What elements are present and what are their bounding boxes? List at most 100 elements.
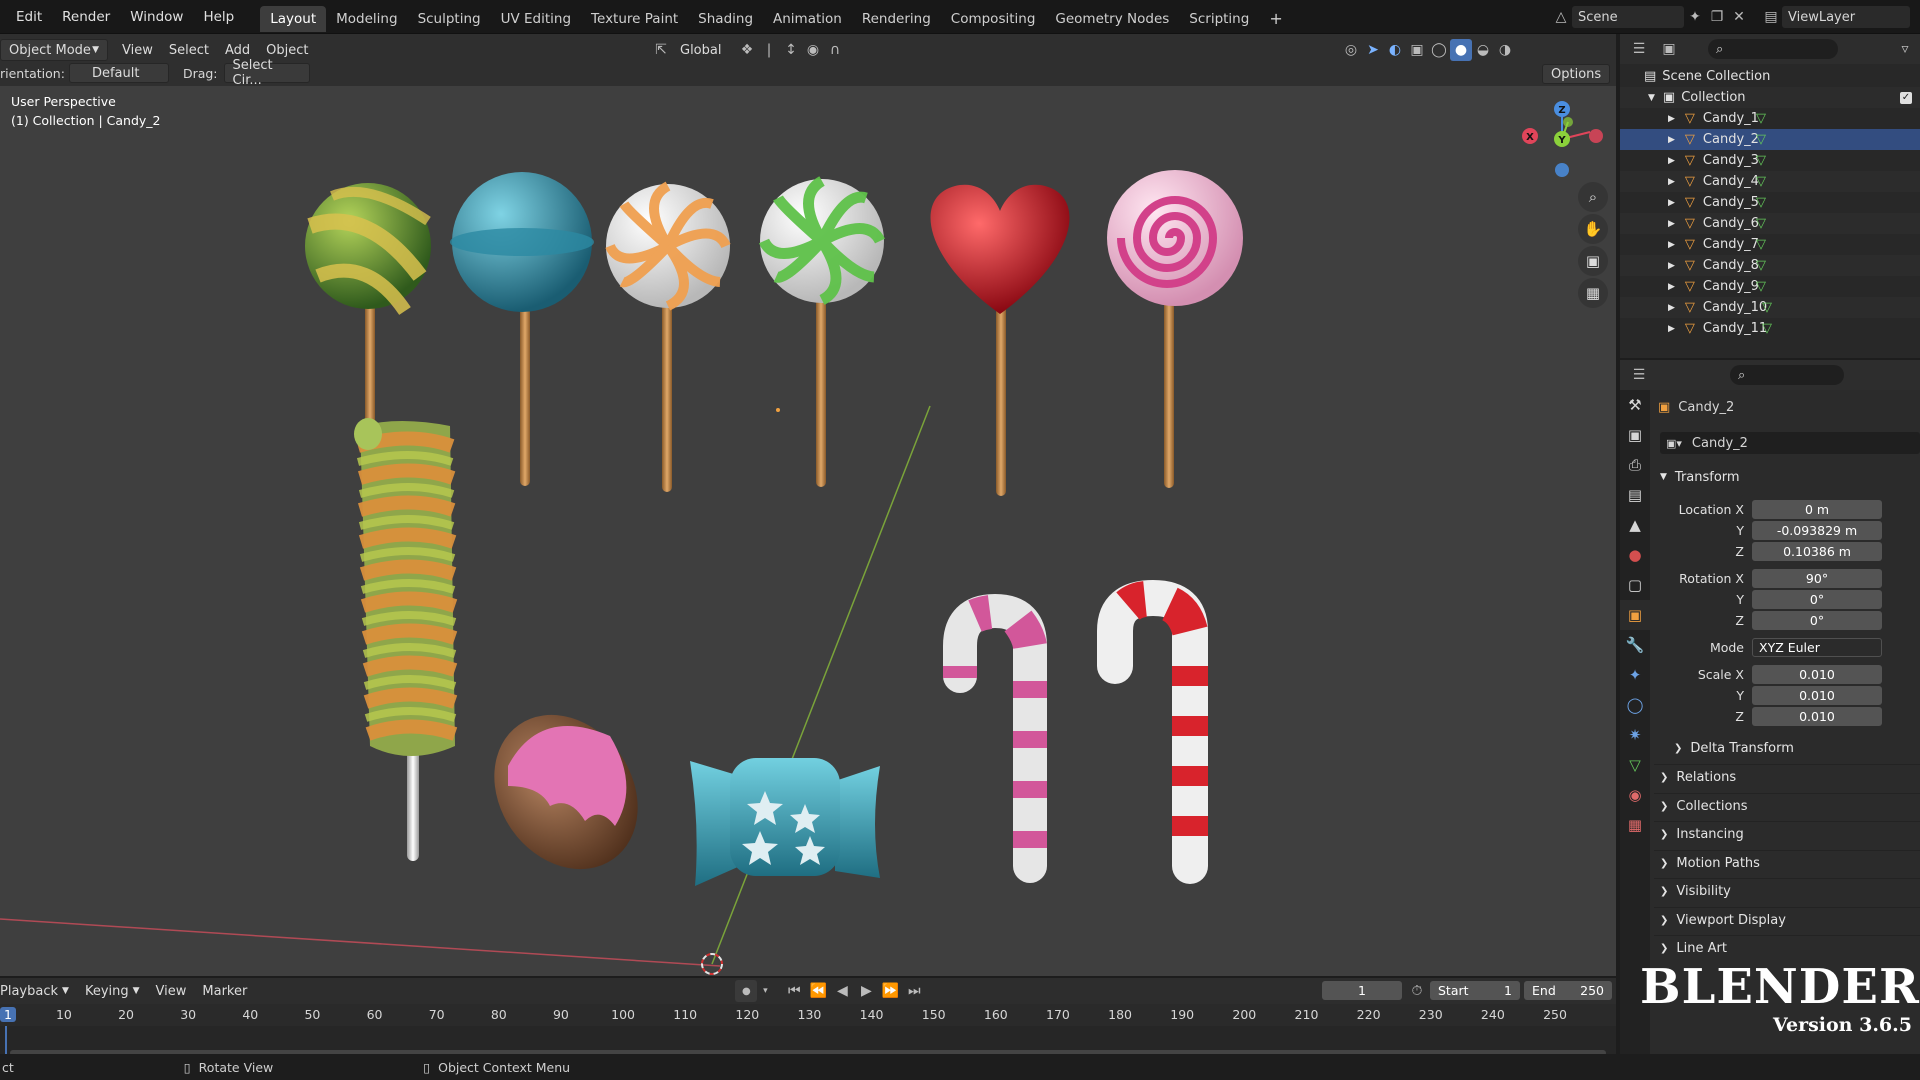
candy-lollipop-blue[interactable] — [450, 172, 594, 486]
collection-row[interactable]: ▼ ▣ Collection ✓ — [1620, 87, 1920, 108]
expand-arrow-icon[interactable]: ▶ — [1668, 135, 1675, 145]
scene-collection-row[interactable]: ▤ Scene Collection — [1620, 66, 1920, 87]
tab-rendering[interactable]: Rendering — [852, 6, 941, 32]
visibility-icon[interactable]: ◎ — [1340, 39, 1362, 61]
tab-texture-paint[interactable]: Texture Paint — [581, 6, 688, 32]
menu-edit[interactable]: Edit — [6, 0, 52, 34]
start-frame-field[interactable]: Start 1 — [1430, 981, 1520, 1000]
outliner-search-input[interactable]: ⌕ — [1708, 39, 1838, 59]
view-layer-tab-icon[interactable]: ▤ — [1620, 480, 1650, 510]
panel-header[interactable]: ❯ Visibility — [1654, 878, 1920, 904]
transform-orientation-dropdown[interactable]: Global — [672, 39, 736, 61]
mesh-data-icon[interactable]: ▽ — [1756, 174, 1766, 189]
tab-modeling[interactable]: Modeling — [326, 6, 407, 32]
wireframe-shading-icon[interactable]: ◯ — [1428, 39, 1450, 61]
outliner-item[interactable]: ▶ ▽ Candy_2 ▽ — [1620, 129, 1920, 150]
candy-chocolate-egg[interactable] — [465, 687, 667, 897]
jump-start-icon[interactable]: ⏮ — [783, 980, 805, 1002]
view-layer-icon[interactable]: ▤ — [1760, 6, 1782, 28]
tab-sculpting[interactable]: Sculpting — [408, 6, 491, 32]
overlays-icon[interactable]: ◐ — [1384, 39, 1406, 61]
menu-view[interactable]: View — [114, 39, 161, 61]
falloff-icon[interactable]: ∩ — [824, 39, 846, 61]
expand-arrow-icon[interactable]: ▶ — [1668, 282, 1675, 292]
mesh-data-icon[interactable]: ▽ — [1762, 300, 1772, 315]
checkbox-icon[interactable]: ✓ — [1900, 91, 1912, 104]
panel-header[interactable]: ❯ Line Art — [1654, 935, 1920, 961]
object-tab-icon[interactable]: ▣ — [1620, 600, 1650, 630]
close-icon[interactable]: ✕ — [1728, 6, 1750, 28]
expand-arrow-icon[interactable]: ▶ — [1668, 240, 1675, 250]
navigation-gizmo[interactable]: Z Y X — [1512, 92, 1612, 192]
delta-transform-header[interactable]: ❯ Delta Transform — [1668, 735, 1920, 761]
outliner-item[interactable]: ▶ ▽ Candy_8 ▽ — [1620, 255, 1920, 276]
rotation-mode-dropdown[interactable]: XYZ Euler — [1752, 638, 1882, 657]
proportional-edit-icon[interactable]: ◉ — [802, 39, 824, 61]
playback-menu[interactable]: Playback ▼ — [0, 980, 77, 1002]
panel-header[interactable]: ❯ Collections — [1654, 792, 1920, 819]
candy-heart-lollipop[interactable] — [930, 184, 1070, 496]
mesh-data-icon[interactable]: ▽ — [1756, 216, 1766, 231]
pivot-icon[interactable]: ❖ — [736, 39, 758, 61]
outliner-item[interactable]: ▶ ▽ Candy_7 ▽ — [1620, 234, 1920, 255]
expand-arrow-icon[interactable]: ▶ — [1668, 324, 1675, 334]
zoom-icon[interactable]: ⌕ — [1578, 182, 1608, 212]
properties-search-input[interactable]: ⌕ — [1730, 365, 1844, 385]
snap-icon[interactable]: ❘ — [758, 39, 780, 61]
rendered-shading-icon[interactable]: ◑ — [1494, 39, 1516, 61]
menu-window[interactable]: Window — [120, 0, 193, 34]
location-z-field[interactable]: 0.10386 m — [1752, 542, 1882, 561]
tab-scripting[interactable]: Scripting — [1179, 6, 1259, 32]
timeline-track-area[interactable] — [0, 1026, 1616, 1056]
expand-arrow-icon[interactable]: ▶ — [1668, 114, 1675, 124]
menu-select[interactable]: Select — [161, 39, 217, 61]
expand-arrow-icon[interactable]: ▼ — [1648, 93, 1655, 103]
scene-name-field[interactable]: Scene — [1572, 6, 1684, 28]
gizmo-toggle-icon[interactable]: ➤ — [1362, 39, 1384, 61]
panel-header[interactable]: ❯ Motion Paths — [1654, 849, 1920, 876]
options-button[interactable]: Options — [1542, 64, 1611, 84]
play-reverse-icon[interactable]: ◀ — [831, 980, 853, 1002]
scene-icon[interactable]: △ — [1550, 6, 1572, 28]
modifier-tab-icon[interactable]: 🔧 — [1620, 630, 1650, 660]
location-y-field[interactable]: -0.093829 m — [1752, 521, 1882, 540]
scene-tab-icon[interactable]: ▲ — [1620, 510, 1650, 540]
chevron-down-icon[interactable]: ▾ — [759, 980, 771, 1002]
keying-menu[interactable]: Keying ▼ — [77, 980, 148, 1002]
tool-tab-icon[interactable]: ⚒ — [1620, 390, 1650, 420]
pin-icon[interactable]: ✦ — [1684, 6, 1706, 28]
display-mode-icon[interactable]: ▣ — [1658, 38, 1680, 60]
mesh-data-icon[interactable]: ▽ — [1756, 153, 1766, 168]
marker-menu[interactable]: Marker — [194, 980, 255, 1002]
output-tab-icon[interactable]: ⎙ — [1620, 450, 1650, 480]
outliner-item[interactable]: ▶ ▽ Candy_5 ▽ — [1620, 192, 1920, 213]
scale-y-field[interactable]: 0.010 — [1752, 686, 1882, 705]
material-tab-icon[interactable]: ◉ — [1620, 780, 1650, 810]
play-icon[interactable]: ▶ — [855, 980, 877, 1002]
editor-type-icon[interactable]: ☰ — [1628, 38, 1650, 60]
outliner-item[interactable]: ▶ ▽ Candy_4 ▽ — [1620, 171, 1920, 192]
candy-wrapped-stars[interactable] — [690, 758, 880, 886]
xray-icon[interactable]: ▣ — [1406, 39, 1428, 61]
menu-help[interactable]: Help — [193, 0, 244, 34]
grid-view-icon[interactable]: ▦ — [1578, 278, 1608, 308]
object-datablock-field[interactable]: ▣▾ Candy_2 — [1660, 432, 1920, 454]
mesh-data-icon[interactable]: ▽ — [1756, 237, 1766, 252]
add-workspace-button[interactable]: + — [1259, 6, 1292, 32]
filter-icon[interactable]: ▿ — [1894, 38, 1916, 60]
solid-shading-icon[interactable]: ● — [1450, 39, 1472, 61]
candy-lollipop-green-swirl[interactable] — [758, 176, 885, 487]
outliner-item[interactable]: ▶ ▽ Candy_9 ▽ — [1620, 276, 1920, 297]
jump-end-icon[interactable]: ⏭ — [903, 980, 925, 1002]
collection-tab-icon[interactable]: ▢ — [1620, 570, 1650, 600]
outliner-item[interactable]: ▶ ▽ Candy_1 ▽ — [1620, 108, 1920, 129]
candy-lollipop-orange-swirl[interactable] — [605, 181, 731, 492]
expand-arrow-icon[interactable]: ▶ — [1668, 198, 1675, 208]
mesh-data-icon[interactable]: ▽ — [1756, 132, 1766, 147]
expand-arrow-icon[interactable]: ▶ — [1668, 261, 1675, 271]
candy-cane-pink[interactable] — [943, 593, 1047, 883]
current-frame-field[interactable]: 1 — [1322, 981, 1402, 1000]
3d-viewport[interactable]: User Perspective (1) Collection | Candy_… — [0, 86, 1616, 976]
tab-uv-editing[interactable]: UV Editing — [491, 6, 581, 32]
panel-header[interactable]: ❯ Instancing — [1654, 821, 1920, 847]
